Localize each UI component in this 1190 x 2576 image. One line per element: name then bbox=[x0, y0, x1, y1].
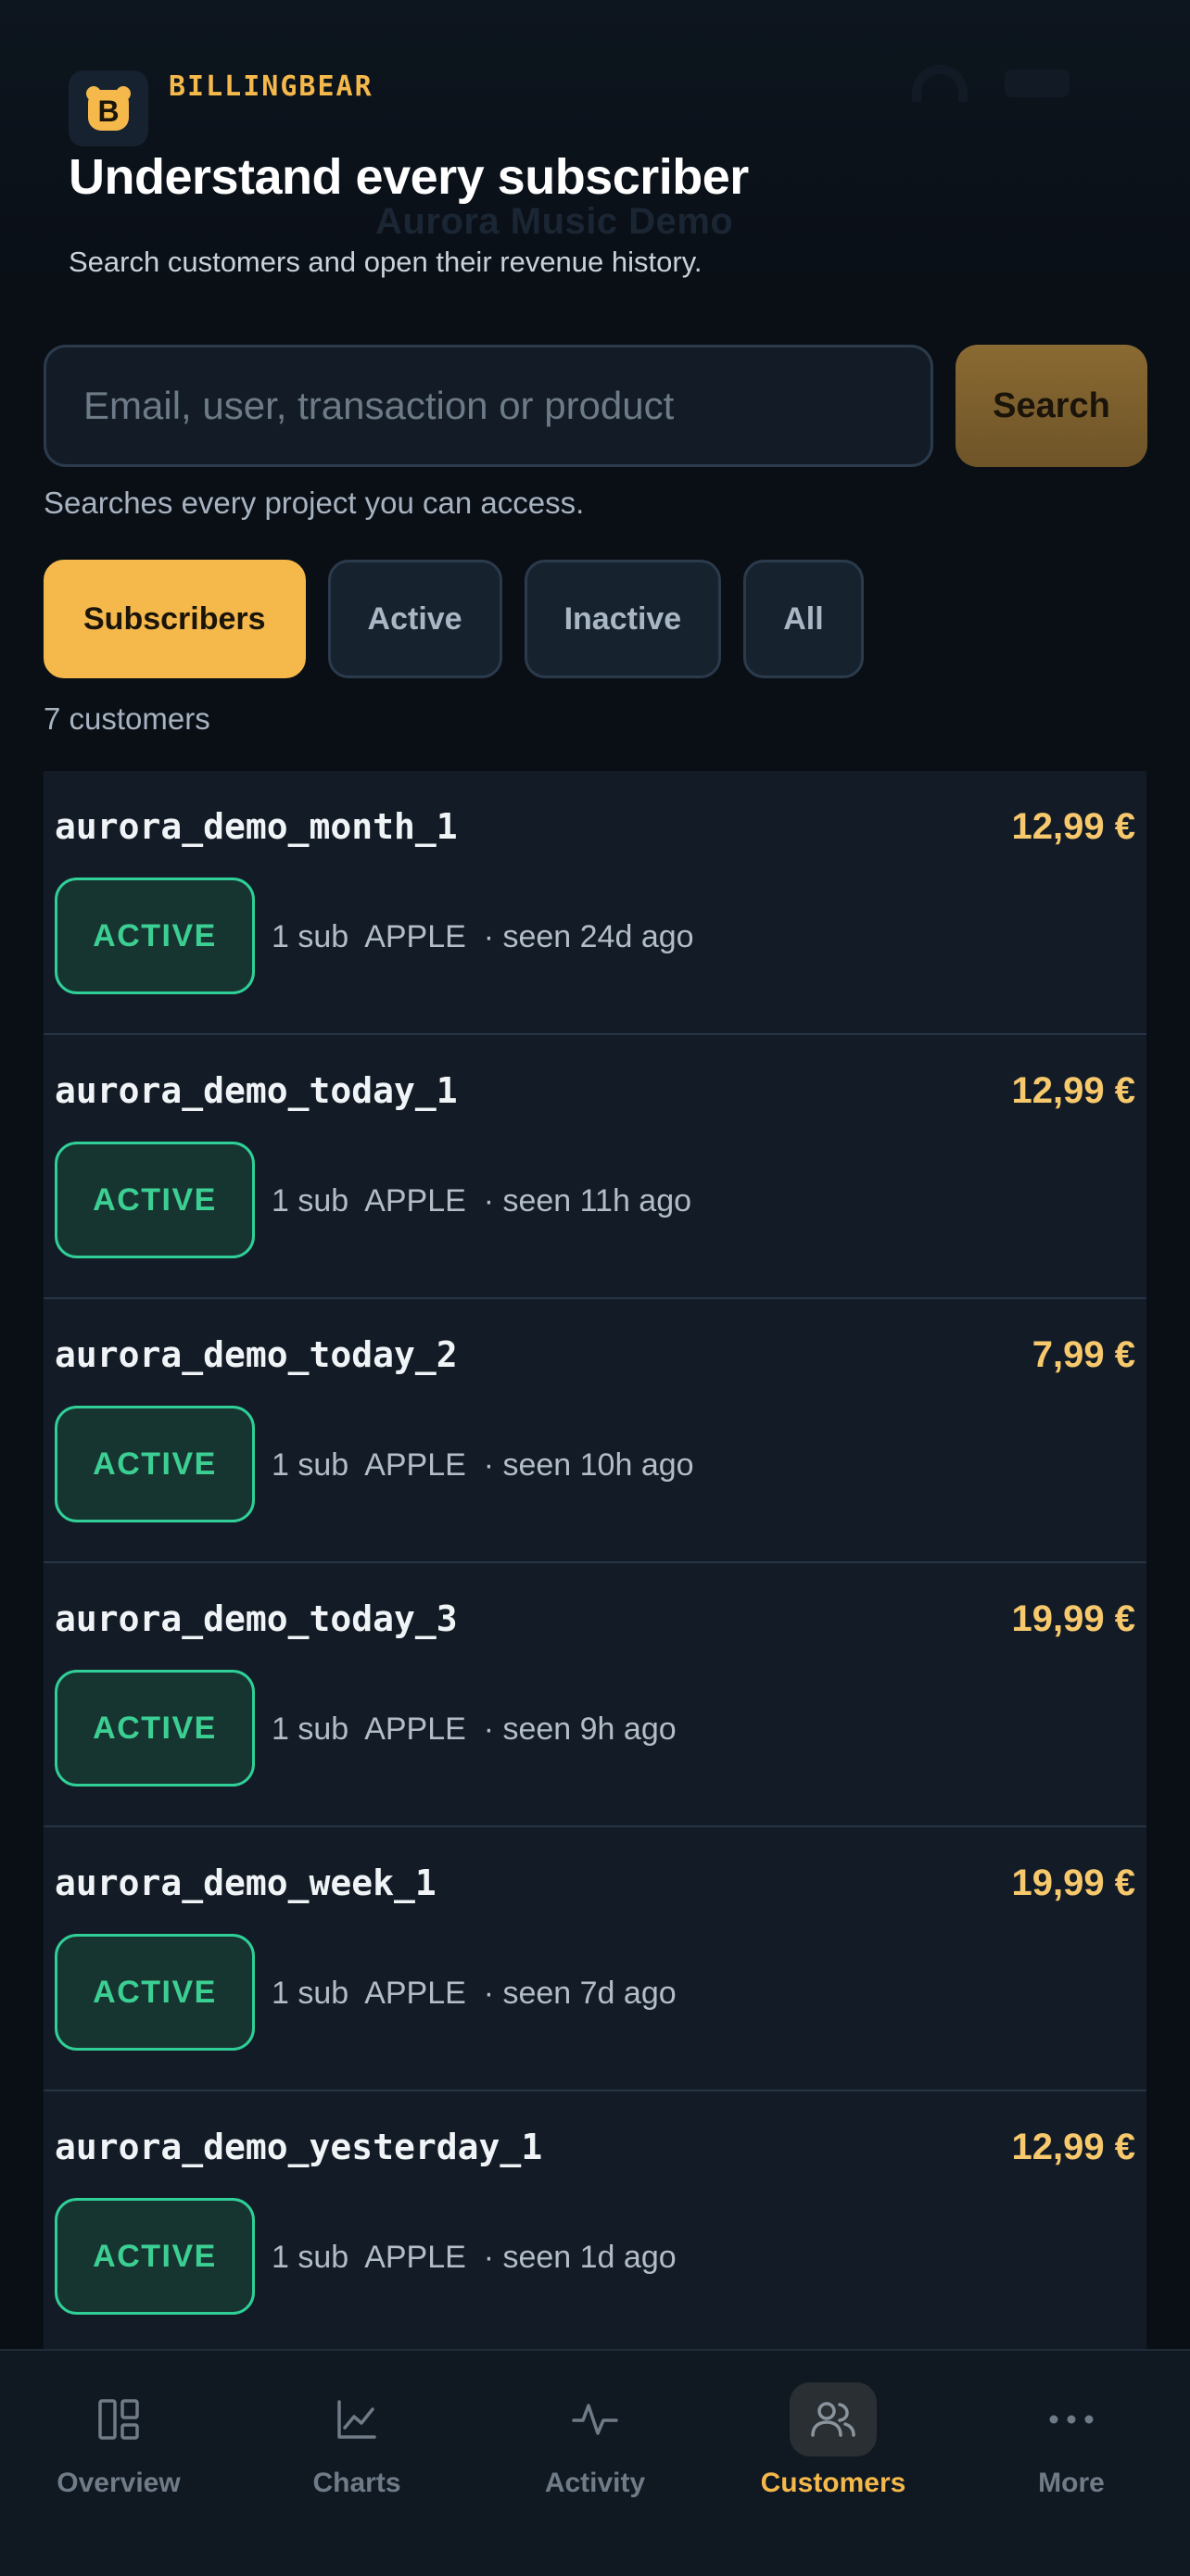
customer-row[interactable]: aurora_demo_today_3 19,99 € ACTIVE 1 sub… bbox=[44, 1563, 1146, 1827]
filter-subscribers[interactable]: Subscribers bbox=[44, 560, 306, 678]
battery-icon bbox=[1005, 69, 1070, 97]
bear-logo-icon: B bbox=[69, 70, 148, 146]
svg-text:B: B bbox=[97, 95, 119, 128]
search-button[interactable]: Search bbox=[956, 345, 1147, 467]
customer-name: aurora_demo_week_1 bbox=[55, 1863, 437, 1903]
status-badge: ACTIVE bbox=[55, 1142, 255, 1258]
customer-revenue: 12,99 € bbox=[1011, 1070, 1135, 1111]
search-input[interactable] bbox=[44, 345, 933, 467]
customer-meta: 1 sub APPLE · seen 1d ago bbox=[272, 2240, 677, 2275]
brand: B BILLINGBEAR bbox=[69, 70, 373, 146]
customers-icon bbox=[790, 2382, 877, 2456]
customer-revenue: 19,99 € bbox=[1011, 1598, 1135, 1639]
customer-name: aurora_demo_today_1 bbox=[55, 1070, 458, 1111]
tab-label: Charts bbox=[312, 2468, 401, 2498]
customer-meta: 1 sub APPLE · seen 7d ago bbox=[272, 1976, 677, 2011]
faint-project-title: Aurora Music Demo bbox=[375, 201, 734, 242]
charts-icon bbox=[313, 2382, 400, 2456]
customer-name: aurora_demo_today_3 bbox=[55, 1598, 458, 1639]
customer-revenue: 12,99 € bbox=[1011, 806, 1135, 847]
customer-revenue: 19,99 € bbox=[1011, 1863, 1135, 1903]
customers-count: 7 customers bbox=[44, 701, 210, 736]
customer-row[interactable]: aurora_demo_month_1 12,99 € ACTIVE 1 sub… bbox=[44, 771, 1146, 1035]
page-title: Understand every subscriber bbox=[69, 149, 749, 205]
tab-label: More bbox=[1038, 2468, 1105, 2498]
bottom-tab-bar: Overview Charts Activity Customers More bbox=[0, 2349, 1190, 2576]
filter-chips: Subscribers Active Inactive All bbox=[44, 560, 864, 678]
customer-revenue: 7,99 € bbox=[1032, 1334, 1135, 1375]
overview-icon bbox=[75, 2382, 162, 2456]
customer-row[interactable]: aurora_demo_yesterday_1 12,99 € ACTIVE 1… bbox=[44, 2091, 1146, 2355]
tab-activity[interactable]: Activity bbox=[502, 2382, 688, 2499]
customer-name: aurora_demo_month_1 bbox=[55, 806, 458, 847]
wifi-icon bbox=[912, 65, 968, 102]
customer-revenue: 12,99 € bbox=[1011, 2127, 1135, 2167]
activity-icon bbox=[551, 2382, 639, 2456]
status-badge: ACTIVE bbox=[55, 1670, 255, 1787]
customer-name: aurora_demo_today_2 bbox=[55, 1334, 458, 1375]
more-icon bbox=[1028, 2382, 1115, 2456]
customer-row[interactable]: aurora_demo_week_1 19,99 € ACTIVE 1 sub … bbox=[44, 1827, 1146, 2091]
tab-label: Overview bbox=[57, 2468, 181, 2498]
tab-label: Activity bbox=[544, 2468, 646, 2498]
tab-label: Customers bbox=[760, 2468, 906, 2498]
customer-meta: 1 sub APPLE · seen 11h ago bbox=[272, 1183, 692, 1219]
status-badge: ACTIVE bbox=[55, 1406, 255, 1522]
tab-more[interactable]: More bbox=[979, 2382, 1164, 2499]
customer-list: aurora_demo_month_1 12,99 € ACTIVE 1 sub… bbox=[44, 771, 1146, 2355]
customer-meta: 1 sub APPLE · seen 24d ago bbox=[272, 919, 694, 954]
filter-inactive[interactable]: Inactive bbox=[524, 560, 722, 678]
status-bar bbox=[912, 65, 1070, 102]
search-row: Search bbox=[44, 345, 1147, 467]
filter-active[interactable]: Active bbox=[327, 560, 502, 678]
customer-name: aurora_demo_yesterday_1 bbox=[55, 2127, 543, 2167]
search-hint: Searches every project you can access. bbox=[44, 486, 585, 520]
tab-charts[interactable]: Charts bbox=[264, 2382, 449, 2499]
status-badge: ACTIVE bbox=[55, 878, 255, 994]
filter-all[interactable]: All bbox=[743, 560, 864, 678]
customer-meta: 1 sub APPLE · seen 10h ago bbox=[272, 1447, 694, 1483]
customer-meta: 1 sub APPLE · seen 9h ago bbox=[272, 1711, 677, 1747]
customer-row[interactable]: aurora_demo_today_2 7,99 € ACTIVE 1 sub … bbox=[44, 1299, 1146, 1563]
tab-overview[interactable]: Overview bbox=[26, 2382, 211, 2499]
customer-row[interactable]: aurora_demo_today_1 12,99 € ACTIVE 1 sub… bbox=[44, 1035, 1146, 1299]
status-badge: ACTIVE bbox=[55, 1934, 255, 2051]
brand-name: BILLINGBEAR bbox=[169, 70, 373, 103]
tab-customers[interactable]: Customers bbox=[741, 2382, 926, 2499]
page-subtitle: Search customers and open their revenue … bbox=[69, 246, 703, 278]
status-badge: ACTIVE bbox=[55, 2198, 255, 2315]
